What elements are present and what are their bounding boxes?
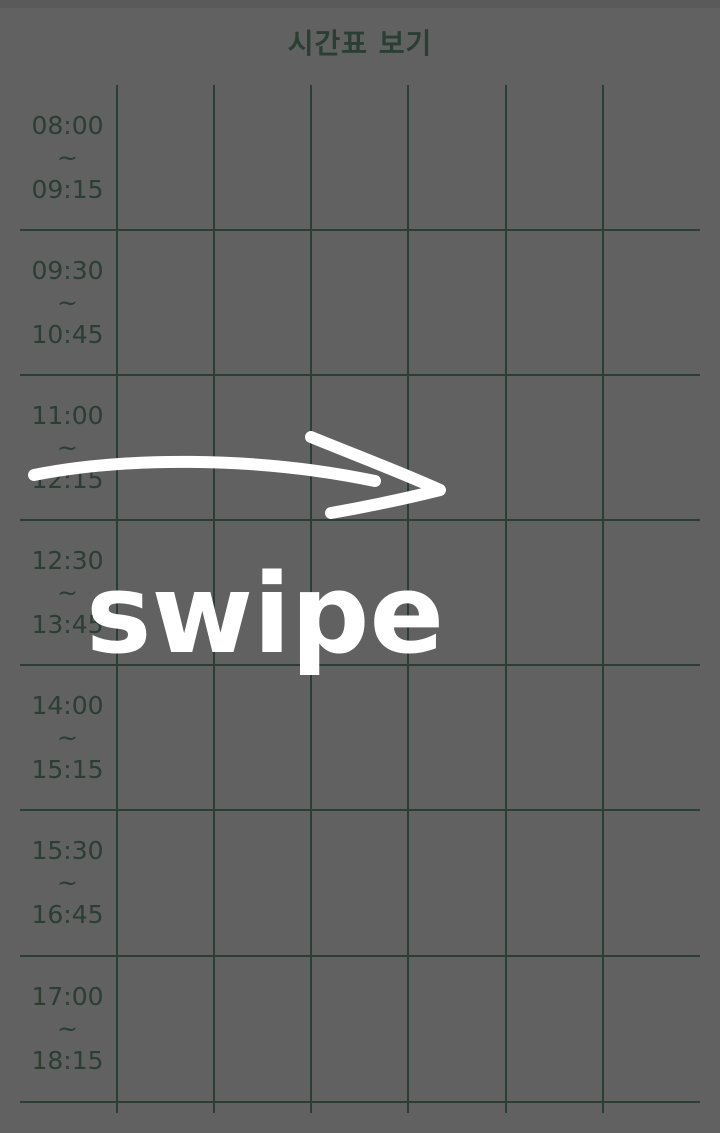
row-divider	[20, 809, 700, 811]
row-divider	[20, 955, 700, 957]
slot-separator: ~	[57, 432, 78, 462]
slot-end: 16:45	[31, 899, 104, 929]
slot-end: 12:15	[31, 464, 104, 494]
slot-start: 11:00	[31, 400, 104, 430]
slot-start: 17:00	[31, 981, 104, 1011]
row-divider	[20, 519, 700, 521]
slot-end: 10:45	[31, 319, 104, 349]
slot-start: 09:30	[31, 255, 104, 285]
time-slot-label: 11:00 ~ 12:15	[20, 375, 115, 520]
slot-start: 14:00	[31, 690, 104, 720]
timetable-grid[interactable]: 08:00 ~ 09:15 09:30 ~ 10:45 11:00 ~ 12:1…	[0, 85, 720, 1133]
timetable-screen: 시간표 보기 08:00 ~ 09:15 09:30 ~ 10:45 11:00	[0, 0, 720, 1133]
status-bar	[0, 0, 720, 8]
slot-start: 15:30	[31, 835, 104, 865]
column-divider	[407, 85, 409, 1113]
slot-start: 12:30	[31, 545, 104, 575]
slot-start: 08:00	[31, 110, 104, 140]
row-divider	[20, 374, 700, 376]
slot-separator: ~	[57, 867, 78, 897]
slot-separator: ~	[57, 287, 78, 317]
slot-separator: ~	[57, 577, 78, 607]
slot-end: 09:15	[31, 174, 104, 204]
row-divider	[20, 664, 700, 666]
time-slot-label: 14:00 ~ 15:15	[20, 665, 115, 810]
row-divider	[20, 229, 700, 231]
column-divider	[602, 85, 604, 1113]
time-slot-label: 12:30 ~ 13:45	[20, 520, 115, 665]
time-slot-label: 08:00 ~ 09:15	[20, 85, 115, 230]
column-divider	[310, 85, 312, 1113]
time-slot-label: 09:30 ~ 10:45	[20, 230, 115, 375]
slot-separator: ~	[57, 1013, 78, 1043]
time-slot-label: 17:00 ~ 18:15	[20, 956, 115, 1101]
slot-end: 15:15	[31, 754, 104, 784]
slot-separator: ~	[57, 722, 78, 752]
slot-separator: ~	[57, 142, 78, 172]
page-title: 시간표 보기	[287, 27, 433, 60]
time-slot-label: 15:30 ~ 16:45	[20, 810, 115, 955]
slot-end: 13:45	[31, 609, 104, 639]
column-divider	[505, 85, 507, 1113]
column-divider	[116, 85, 118, 1113]
slot-end: 18:15	[31, 1045, 104, 1075]
row-divider	[20, 1101, 700, 1103]
column-divider	[213, 85, 215, 1113]
